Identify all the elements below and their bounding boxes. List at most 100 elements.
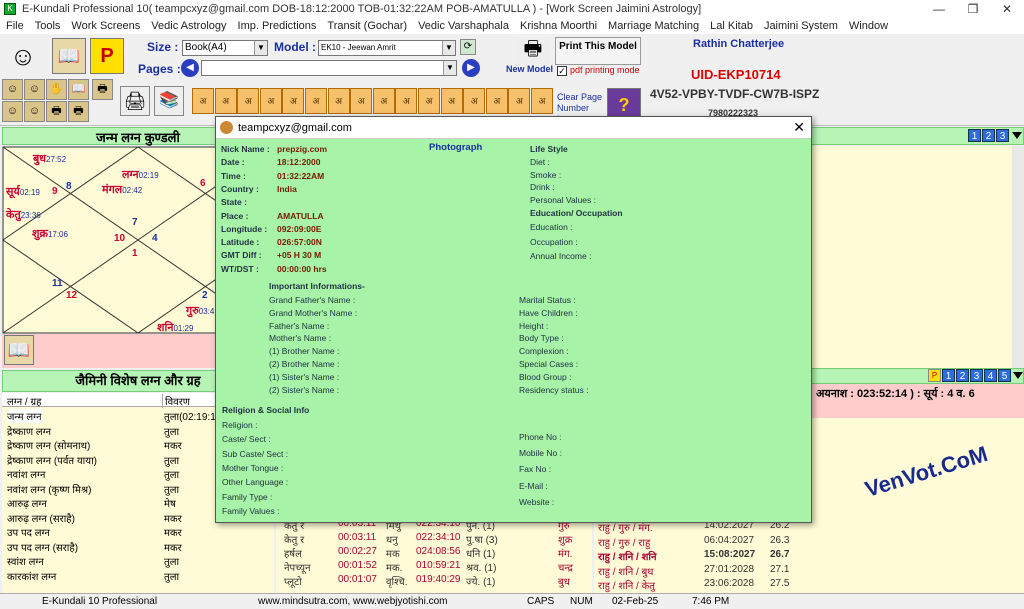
tab-3[interactable]: 3	[970, 369, 983, 382]
model-label: Model :	[274, 40, 316, 54]
chart-icon[interactable]: अ	[192, 88, 214, 114]
user-name: Rathin Chatterjee	[693, 38, 785, 50]
menu-item[interactable]: Lal Kitab	[710, 20, 753, 32]
size-select[interactable]: Book(A4) ▼	[182, 40, 268, 56]
next-page-button[interactable]: ▶	[462, 59, 480, 77]
menu-item[interactable]: Imp. Predictions	[238, 20, 317, 32]
field-label: Body Type :	[519, 333, 564, 344]
chart-icon[interactable]: अ	[327, 88, 350, 114]
pages-select[interactable]: ▼	[201, 60, 457, 76]
tool-icon[interactable]: 🖶	[92, 79, 113, 100]
chart-icon[interactable]: अ	[282, 88, 305, 114]
status-num: NUM	[570, 596, 593, 607]
reader-icon[interactable]: 📖	[52, 38, 86, 74]
minimize-button[interactable]: —	[922, 0, 956, 18]
chart-icon[interactable]: अ	[372, 88, 395, 114]
tool-icon[interactable]: ☺	[2, 79, 23, 100]
books-icon[interactable]: 📚	[154, 86, 184, 116]
menu-item[interactable]: Vedic Astrology	[151, 20, 226, 32]
menu-item[interactable]: Marriage Matching	[608, 20, 699, 32]
dasha-row-cell: राहु / शनि / शनि	[598, 552, 657, 563]
menu-item[interactable]: Transit (Gochar)	[327, 20, 407, 32]
dasha-row-cell: 26.7	[770, 549, 790, 560]
chart-icon[interactable]: अ	[305, 88, 327, 114]
tab-1[interactable]: 1	[968, 129, 981, 142]
field-label: Date :	[221, 157, 245, 168]
close-button[interactable]: ✕	[990, 0, 1024, 18]
field-label: E-Mail :	[519, 480, 548, 491]
menu-item[interactable]: File	[6, 20, 24, 32]
menu-item[interactable]: Tools	[35, 20, 61, 32]
tool-icon[interactable]: 📖	[68, 79, 89, 100]
section-header: Education/ Occupation	[530, 208, 623, 218]
tab-3[interactable]: 3	[996, 129, 1009, 142]
tool-icon[interactable]: 🖶	[46, 101, 67, 122]
p-icon[interactable]: P	[90, 38, 124, 74]
dialog-close-button[interactable]: ✕	[793, 119, 805, 136]
field-label: Education :	[530, 222, 573, 232]
field-label: GMT Diff :	[221, 250, 262, 261]
chart-icon[interactable]: अ	[463, 88, 486, 114]
chart-icon[interactable]: अ	[485, 88, 508, 114]
house-number: 11	[52, 278, 63, 289]
status-caps: CAPS	[527, 596, 555, 607]
tab-1[interactable]: 1	[942, 369, 955, 382]
planet-degree: 17:06	[47, 230, 68, 239]
chart-icon[interactable]: अ	[259, 88, 282, 114]
col-header: विवरण	[162, 394, 190, 408]
chart-icon[interactable]: अ	[531, 88, 553, 114]
planet-degree: 03:4	[198, 307, 215, 316]
print-icon[interactable]: 🖨	[120, 86, 150, 116]
chart-icon[interactable]: अ	[237, 88, 260, 114]
tab-2[interactable]: 2	[982, 129, 995, 142]
tab-4[interactable]: 4	[984, 369, 997, 382]
dropdown-arrow-icon[interactable]	[1012, 132, 1022, 139]
refresh-icon[interactable]: ⟳	[460, 39, 476, 55]
chart-icon[interactable]: अ	[508, 88, 531, 114]
field-label: Personal Values :	[530, 195, 596, 206]
print-model-button[interactable]: Print This Model	[555, 37, 641, 65]
scrollbar[interactable]	[1012, 146, 1024, 368]
chart-icon[interactable]: अ	[214, 88, 237, 114]
tool-icon[interactable]: 🖶	[68, 101, 89, 122]
printer-icon[interactable]: 🖶	[516, 38, 550, 64]
chart-icon[interactable]: अ	[418, 88, 440, 114]
dropdown-arrow-icon[interactable]	[1013, 372, 1023, 379]
planet-degree: 02:19	[19, 188, 40, 197]
field-label: Caste/ Sect :	[222, 434, 271, 445]
table-cell-name: उप पद लग्न	[7, 528, 50, 539]
field-label: Drink :	[530, 182, 555, 193]
user-icon	[220, 121, 233, 134]
dasha-row-cell: 23:06:2028	[704, 578, 755, 589]
menu-item[interactable]: Jaimini System	[764, 20, 838, 32]
menu-item[interactable]: Window	[849, 20, 888, 32]
chart-icon[interactable]: अ	[395, 88, 418, 114]
new-model-button[interactable]: New Model	[506, 64, 553, 74]
ayanamsha-text: अयनाश : 023:52:14 ) : सूर्य : 4 व. 6	[816, 388, 975, 400]
menu-item[interactable]: Krishna Moorthi	[520, 20, 597, 32]
restore-button[interactable]: ❐	[956, 0, 990, 18]
tool-icon[interactable]: ✋	[46, 79, 67, 100]
planet-label: मंगल02:42	[102, 182, 142, 197]
dasha-row-cell: राहु / गुरु / राहु	[598, 537, 651, 549]
chart-icon[interactable]: अ	[350, 88, 373, 114]
table-cell-value: तुला	[164, 470, 180, 481]
reader-icon[interactable]: 📖	[4, 335, 34, 365]
p-icon[interactable]: P	[928, 369, 941, 382]
astrologer-icon[interactable]: ☺	[2, 36, 44, 76]
tool-icon[interactable]: ☺	[24, 79, 45, 100]
menu-item[interactable]: Work Screens	[71, 20, 140, 32]
tab-2[interactable]: 2	[956, 369, 969, 382]
house-number: 10	[114, 233, 126, 244]
table-cell-name: द्रेष्काण लग्न	[7, 426, 52, 438]
tool-icon[interactable]: ☺	[2, 101, 23, 122]
menu-item[interactable]: Vedic Varshaphala	[418, 20, 509, 32]
prev-page-button[interactable]: ◀	[181, 59, 199, 77]
pdf-checkbox[interactable]: ✓	[557, 66, 567, 76]
tab-5[interactable]: 5	[998, 369, 1011, 382]
model-select[interactable]: EK10 - Jeewan Amrit ▼	[318, 40, 456, 56]
chart-icon[interactable]: अ	[440, 88, 463, 114]
table-cell-name: जन्म लग्न	[7, 409, 42, 423]
planet-name: शुक्र	[32, 228, 48, 240]
tool-icon[interactable]: ☺	[24, 101, 45, 122]
